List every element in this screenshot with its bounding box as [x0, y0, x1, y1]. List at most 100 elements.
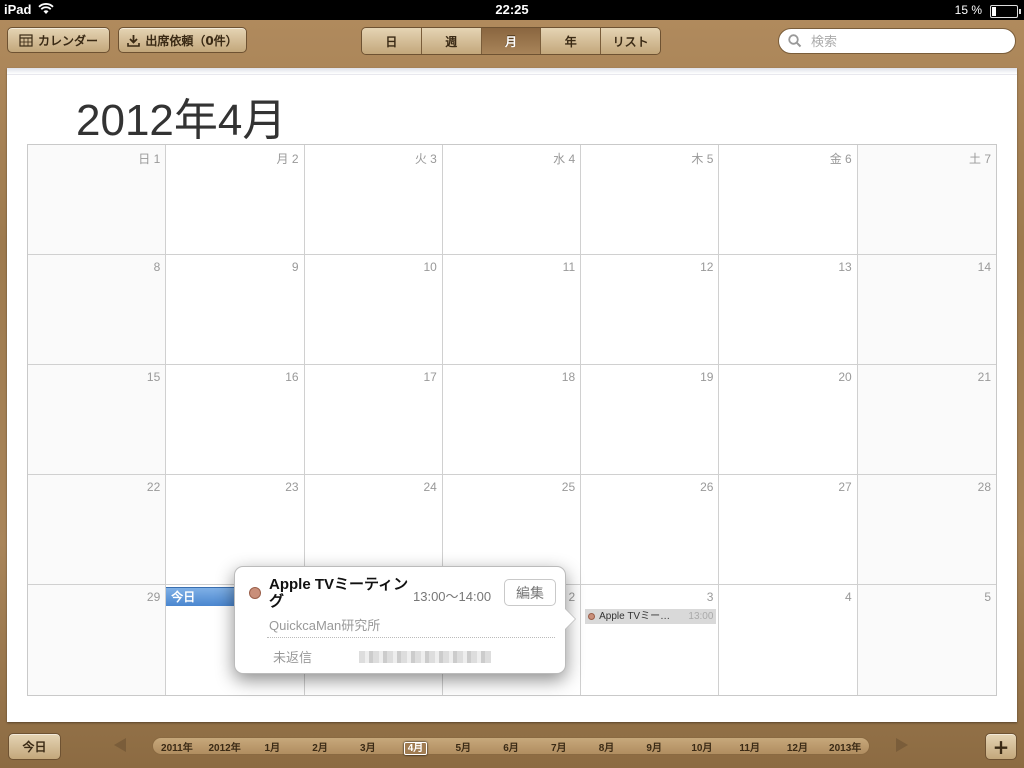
- reply-status-label: 未返信: [273, 650, 313, 665]
- day-number: 5: [984, 590, 991, 604]
- event-chip[interactable]: Apple TVミー… 13:00: [585, 609, 717, 624]
- day-number: 25: [561, 480, 576, 494]
- paper-edge: [7, 68, 1017, 75]
- timeline-label: 4月: [403, 741, 428, 755]
- day-cell[interactable]: 20: [719, 365, 858, 475]
- search-icon: [788, 34, 802, 48]
- event-chip-time: 13:00: [688, 611, 714, 622]
- day-number: 21: [977, 370, 991, 384]
- day-cell[interactable]: 21: [857, 365, 996, 475]
- timeline-item[interactable]: 2月: [296, 739, 344, 754]
- add-event-button[interactable]: +: [985, 733, 1017, 760]
- search-input[interactable]: [809, 32, 1003, 52]
- day-cell[interactable]: 4: [719, 585, 858, 695]
- day-cell[interactable]: 29: [28, 585, 167, 695]
- day-cell[interactable]: 18: [442, 365, 582, 475]
- invitations-button[interactable]: 出席依頼（0件）: [118, 27, 247, 53]
- timeline-item[interactable]: 7月: [535, 739, 583, 754]
- today-button[interactable]: 今日: [8, 733, 61, 760]
- timeline-item[interactable]: 10月: [678, 739, 726, 754]
- day-number: 22: [146, 480, 161, 494]
- day-number: 10: [423, 260, 437, 274]
- day-cell[interactable]: 10: [304, 255, 443, 365]
- month-timeline: 2011年 2012年 1月 2月 3月 4月 5月 6月 7月 8月 9月 10月 11月 12月 201…: [152, 737, 870, 755]
- tab-view-4[interactable]: リスト: [601, 28, 660, 54]
- calendars-button[interactable]: カレンダー: [7, 27, 110, 53]
- day-number: 19: [700, 370, 714, 384]
- day-cell[interactable]: 17: [304, 365, 443, 475]
- timeline-label: 8月: [598, 742, 615, 754]
- timeline-label: 1月: [264, 742, 281, 754]
- day-cell[interactable]: 27: [719, 475, 858, 585]
- day-number: 29: [146, 590, 161, 604]
- day-number: 14: [977, 260, 991, 274]
- day-cell[interactable]: 12: [581, 255, 720, 365]
- day-number: 23: [285, 480, 299, 494]
- day-cell[interactable]: 15: [28, 365, 167, 475]
- timeline-item[interactable]: 1月: [248, 739, 296, 754]
- timeline-item[interactable]: 2013年: [821, 739, 869, 754]
- day-cell[interactable]: 日 1: [28, 145, 167, 255]
- timeline-item[interactable]: 3月: [344, 739, 392, 754]
- day-number: 24: [423, 480, 437, 494]
- tab-view-0[interactable]: 日: [362, 28, 422, 54]
- day-cell[interactable]: 13: [719, 255, 858, 365]
- timeline-label: 11月: [739, 742, 760, 754]
- timeline-label: 2013年: [829, 742, 862, 754]
- day-number: 水 4: [553, 152, 576, 166]
- search-box[interactable]: [778, 28, 1016, 54]
- day-cell[interactable]: 水 4: [442, 145, 582, 255]
- timeline-label: 3月: [360, 742, 376, 754]
- battery-percent: 15 %: [954, 3, 982, 17]
- day-cell[interactable]: 木 5: [581, 145, 720, 255]
- day-cell[interactable]: 11: [442, 255, 582, 365]
- day-cell[interactable]: 土 7: [857, 145, 996, 255]
- tab-view-2[interactable]: 月: [481, 28, 542, 54]
- day-cell[interactable]: 9: [166, 255, 305, 365]
- status-bar: iPad 22:25 15 %: [0, 0, 1024, 20]
- timeline-item[interactable]: 2011年: [153, 739, 201, 754]
- tab-view-1[interactable]: 週: [421, 28, 482, 54]
- timeline-item[interactable]: 9月: [630, 739, 678, 754]
- day-cell[interactable]: 月 2: [166, 145, 305, 255]
- tab-view-3[interactable]: 年: [541, 28, 602, 54]
- battery-icon: [990, 5, 1021, 18]
- day-number: 8: [153, 260, 161, 274]
- day-cell[interactable]: 26: [581, 475, 720, 585]
- day-number: 2: [568, 590, 576, 604]
- day-number: 9: [291, 260, 299, 274]
- day-number: 3: [706, 590, 714, 604]
- day-cell[interactable]: 28: [857, 475, 996, 585]
- next-arrow-icon[interactable]: [896, 738, 908, 752]
- day-number: 4: [845, 590, 852, 604]
- day-number: 金 6: [829, 152, 852, 166]
- timeline-item[interactable]: 4月: [392, 739, 440, 755]
- day-cell[interactable]: 8: [28, 255, 167, 365]
- day-cell[interactable]: 19: [581, 365, 720, 475]
- edit-button[interactable]: 編集: [504, 579, 556, 606]
- timeline-item[interactable]: 8月: [583, 739, 631, 754]
- day-cell[interactable]: 金 6: [719, 145, 858, 255]
- timeline-item[interactable]: 5月: [439, 739, 487, 754]
- day-cell[interactable]: 22: [28, 475, 167, 585]
- day-number: 13: [838, 260, 852, 274]
- day-cell[interactable]: 火 3: [304, 145, 443, 255]
- popover-divider: [267, 637, 555, 638]
- day-cell[interactable]: 14: [857, 255, 996, 365]
- day-number: 28: [977, 480, 991, 494]
- timeline-item[interactable]: 12月: [774, 739, 822, 754]
- day-number: 土 7: [968, 152, 991, 166]
- download-icon: [127, 34, 141, 47]
- prev-arrow-icon[interactable]: [114, 738, 126, 752]
- day-cell[interactable]: 5: [857, 585, 996, 695]
- timeline-label: 12月: [786, 742, 808, 754]
- clock: 22:25: [495, 2, 529, 17]
- timeline-item[interactable]: 6月: [487, 739, 535, 754]
- day-cell[interactable]: 3 Apple TVミー… 13:00: [581, 585, 720, 695]
- day-cell[interactable]: 16: [166, 365, 305, 475]
- timeline-label: 2012年: [208, 742, 241, 754]
- view-segmented-control: 日週月年リスト: [361, 27, 661, 55]
- timeline-item[interactable]: 2012年: [201, 739, 249, 754]
- timeline-item[interactable]: 11月: [726, 739, 774, 754]
- timeline-label: 10月: [691, 742, 713, 754]
